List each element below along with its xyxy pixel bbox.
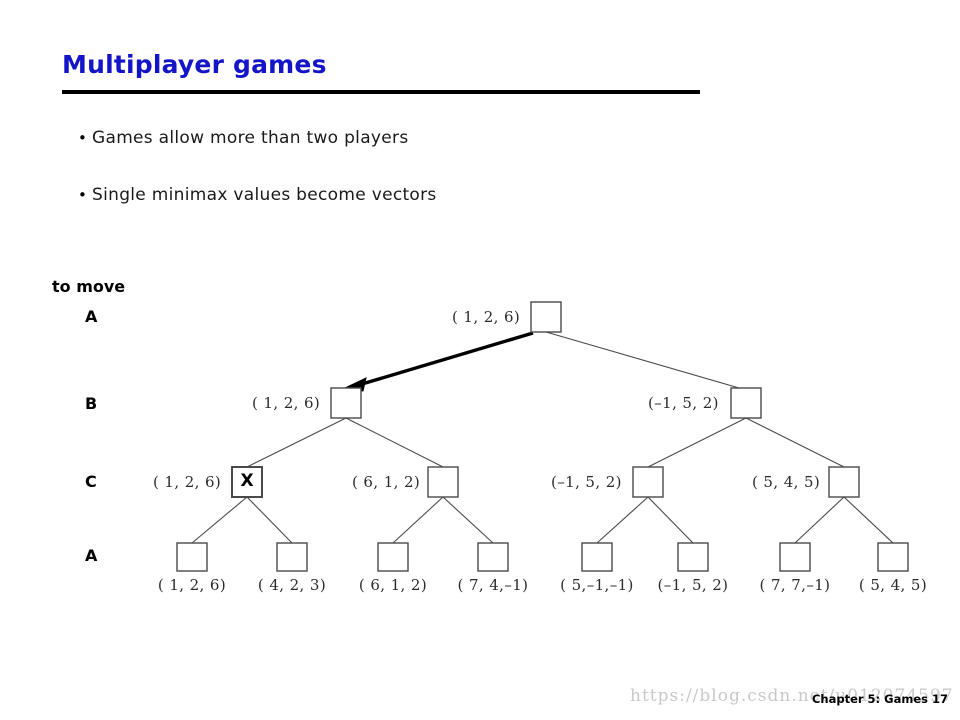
tree-edges (191, 331, 894, 544)
edge-c1-to-leaf2 (246, 496, 293, 544)
leaf-value-7: ( 7, 7,–1) (759, 576, 831, 594)
edge-root-to-b2 (545, 331, 747, 391)
edge-c3-to-leaf6 (647, 496, 694, 544)
title-divider (62, 90, 700, 94)
node-c-3 (632, 466, 664, 498)
game-tree-svg (176, 301, 909, 572)
selected-node-x-mark: X (240, 471, 254, 491)
leaf-value-1: ( 1, 2, 6) (157, 576, 227, 594)
tree-nodes (176, 301, 909, 572)
bullet-text-0: Games allow more than two players (92, 128, 409, 148)
bullet-text-1: Single minimax values become vectors (92, 185, 437, 205)
node-leaf-7 (779, 542, 811, 572)
node-c-4 (828, 466, 860, 498)
to-move-caption: to move (52, 277, 126, 296)
leaf-value-4: ( 7, 4,–1) (457, 576, 529, 594)
leaf-value-5: ( 5,–1,–1) (560, 576, 634, 594)
node-value-root: ( 1, 2, 6) (452, 308, 521, 326)
bullet-marker-icon: • (78, 186, 87, 204)
bullet-marker-icon: • (78, 129, 87, 147)
multiplayer-game-tree-figure: to move A B C A ( 1, 2, 6) ( 1, 2, 6) (–… (0, 0, 960, 720)
leaf-value-6: (–1, 5, 2) (657, 576, 729, 594)
node-value-b-2: (–1, 5, 2) (648, 394, 719, 412)
edge-c4-to-leaf8 (843, 496, 894, 544)
row-label-b: B (85, 394, 98, 413)
node-c-2 (427, 466, 459, 498)
page-title: Multiplayer games (62, 50, 327, 79)
node-leaf-1 (176, 542, 208, 572)
node-value-c-2: ( 6, 1, 2) (352, 473, 421, 491)
leaf-value-8: ( 5, 4, 5) (858, 576, 928, 594)
node-leaf-6 (677, 542, 709, 572)
row-label-a-top: A (85, 307, 98, 326)
leaf-value-3: ( 6, 1, 2) (358, 576, 428, 594)
edge-b2-to-c3 (647, 417, 747, 468)
row-label-a-bottom: A (85, 546, 98, 565)
node-leaf-5 (581, 542, 613, 572)
edge-b2-to-c4 (745, 417, 845, 468)
edge-b1-to-c1 (246, 417, 347, 468)
node-leaf-8 (877, 542, 909, 572)
edge-c3-to-leaf5 (596, 496, 649, 544)
edge-c2-to-leaf3 (392, 496, 444, 544)
best-move-arrow (341, 331, 534, 392)
node-value-c-1: ( 1, 2, 6) (153, 473, 222, 491)
node-root (530, 301, 562, 333)
node-value-c-3: (–1, 5, 2) (551, 473, 622, 491)
node-leaf-2 (276, 542, 308, 572)
node-value-c-4: ( 5, 4, 5) (752, 473, 821, 491)
node-c-1 (231, 466, 263, 498)
edge-c2-to-leaf4 (442, 496, 494, 544)
edge-c1-to-leaf1 (191, 496, 248, 544)
footer-chapter-label: Chapter 5: Games 17 (811, 692, 948, 706)
bullet-item-0: • Games allow more than two players (78, 128, 409, 148)
node-b-1 (330, 387, 362, 419)
node-leaf-3 (377, 542, 409, 572)
node-leaf-4 (477, 542, 509, 572)
bullet-item-1: • Single minimax values become vectors (78, 185, 437, 205)
edge-c4-to-leaf7 (794, 496, 845, 544)
node-value-b-1: ( 1, 2, 6) (252, 394, 321, 412)
edge-b1-to-c2 (345, 417, 444, 468)
row-label-c: C (85, 472, 97, 491)
leaf-value-2: ( 4, 2, 3) (257, 576, 327, 594)
node-b-2 (730, 387, 762, 419)
